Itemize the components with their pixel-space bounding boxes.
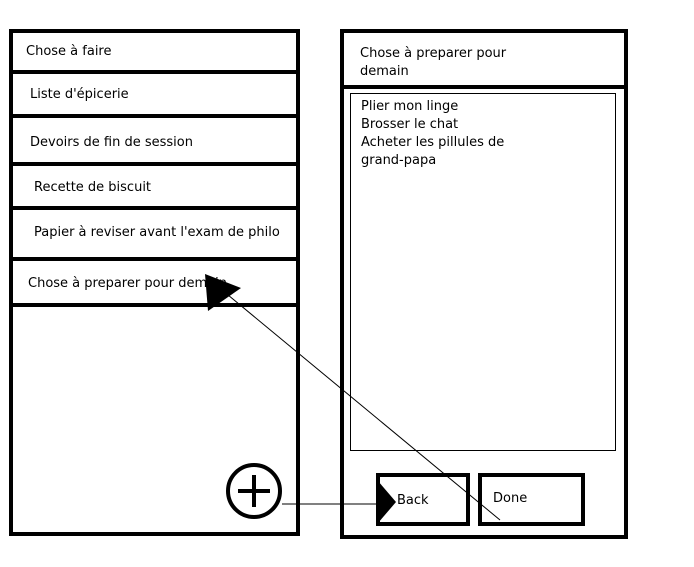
list-item-label: Chose à preparer pour demain	[28, 276, 227, 291]
back-button[interactable]: Back	[376, 473, 470, 526]
list-item-epicerie[interactable]: Liste d'épicerie	[13, 74, 296, 118]
add-item-button[interactable]	[226, 463, 282, 519]
details-line: Brosser le chat	[361, 117, 459, 132]
list-item-papier-philo[interactable]: Papier à reviser avant l'exam de philo	[13, 210, 296, 261]
list-item-label: Recette de biscuit	[34, 180, 152, 195]
detail-header: Chose à preparer pour demain	[344, 33, 624, 89]
detail-title: Chose à preparer pour demain	[360, 46, 507, 79]
list-item-label: Papier à reviser avant l'exam de philo	[34, 225, 280, 240]
list-item-recette[interactable]: Recette de biscuit	[13, 166, 296, 210]
back-button-label: Back	[397, 493, 429, 508]
details-line: Acheter les pillules de	[361, 135, 505, 150]
list-header: Chose à faire	[13, 33, 296, 74]
detail-screen: Chose à preparer pour demain Plier mon l…	[340, 29, 628, 539]
details-line: Plier mon linge	[361, 99, 459, 114]
list-title: Chose à faire	[26, 44, 112, 59]
mockup-canvas: Chose à faire Liste d'épicerie Devoirs d…	[0, 0, 694, 567]
todo-list-screen: Chose à faire Liste d'épicerie Devoirs d…	[9, 29, 300, 536]
details-line: grand-papa	[361, 153, 437, 168]
list-item-chose-demain[interactable]: Chose à preparer pour demain	[13, 261, 296, 307]
done-button[interactable]: Done	[478, 473, 585, 526]
list-item-label: Liste d'épicerie	[30, 87, 129, 102]
details-textarea[interactable]: Plier mon linge Brosser le chat Acheter …	[350, 93, 616, 451]
list-item-label: Devoirs de fin de session	[30, 135, 193, 150]
list-item-devoirs[interactable]: Devoirs de fin de session	[13, 118, 296, 166]
done-button-label: Done	[493, 491, 528, 506]
